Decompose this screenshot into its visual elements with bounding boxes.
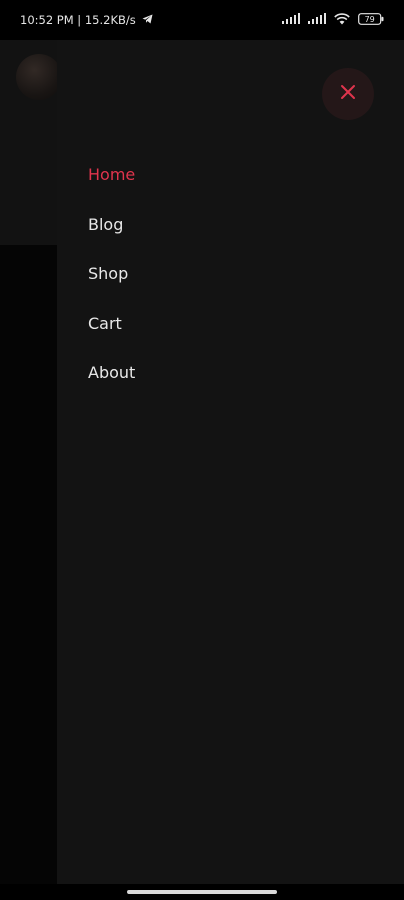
battery-level: 79 <box>365 15 375 24</box>
nav-item-about[interactable]: About <box>88 348 135 398</box>
battery-icon: 79 <box>358 12 384 28</box>
nav-item-cart[interactable]: Cart <box>88 299 135 349</box>
signal-icon <box>282 13 300 27</box>
wifi-icon <box>334 12 350 28</box>
close-icon <box>340 84 356 104</box>
nav-item-blog[interactable]: Blog <box>88 200 135 250</box>
status-right: 79 <box>282 12 384 28</box>
status-left: 10:52 PM | 15.2KB/s <box>20 13 153 27</box>
close-button[interactable] <box>322 68 374 120</box>
app-screen: 10:52 PM | 15.2KB/s 79 Home Blog Shop Ca… <box>0 0 404 900</box>
nav-menu: Home Blog Shop Cart About <box>88 150 135 398</box>
gesture-bar <box>0 884 404 900</box>
signal-icon-2 <box>308 13 326 27</box>
nav-item-home[interactable]: Home <box>88 150 135 200</box>
nav-drawer: Home Blog Shop Cart About <box>57 40 404 884</box>
avatar <box>16 54 62 100</box>
status-bar: 10:52 PM | 15.2KB/s 79 <box>0 0 404 40</box>
background-app <box>0 40 62 900</box>
background-header <box>0 40 62 245</box>
home-indicator[interactable] <box>127 890 277 894</box>
nav-item-shop[interactable]: Shop <box>88 249 135 299</box>
status-time-speed: 10:52 PM | 15.2KB/s <box>20 13 136 27</box>
telegram-icon <box>142 13 153 27</box>
